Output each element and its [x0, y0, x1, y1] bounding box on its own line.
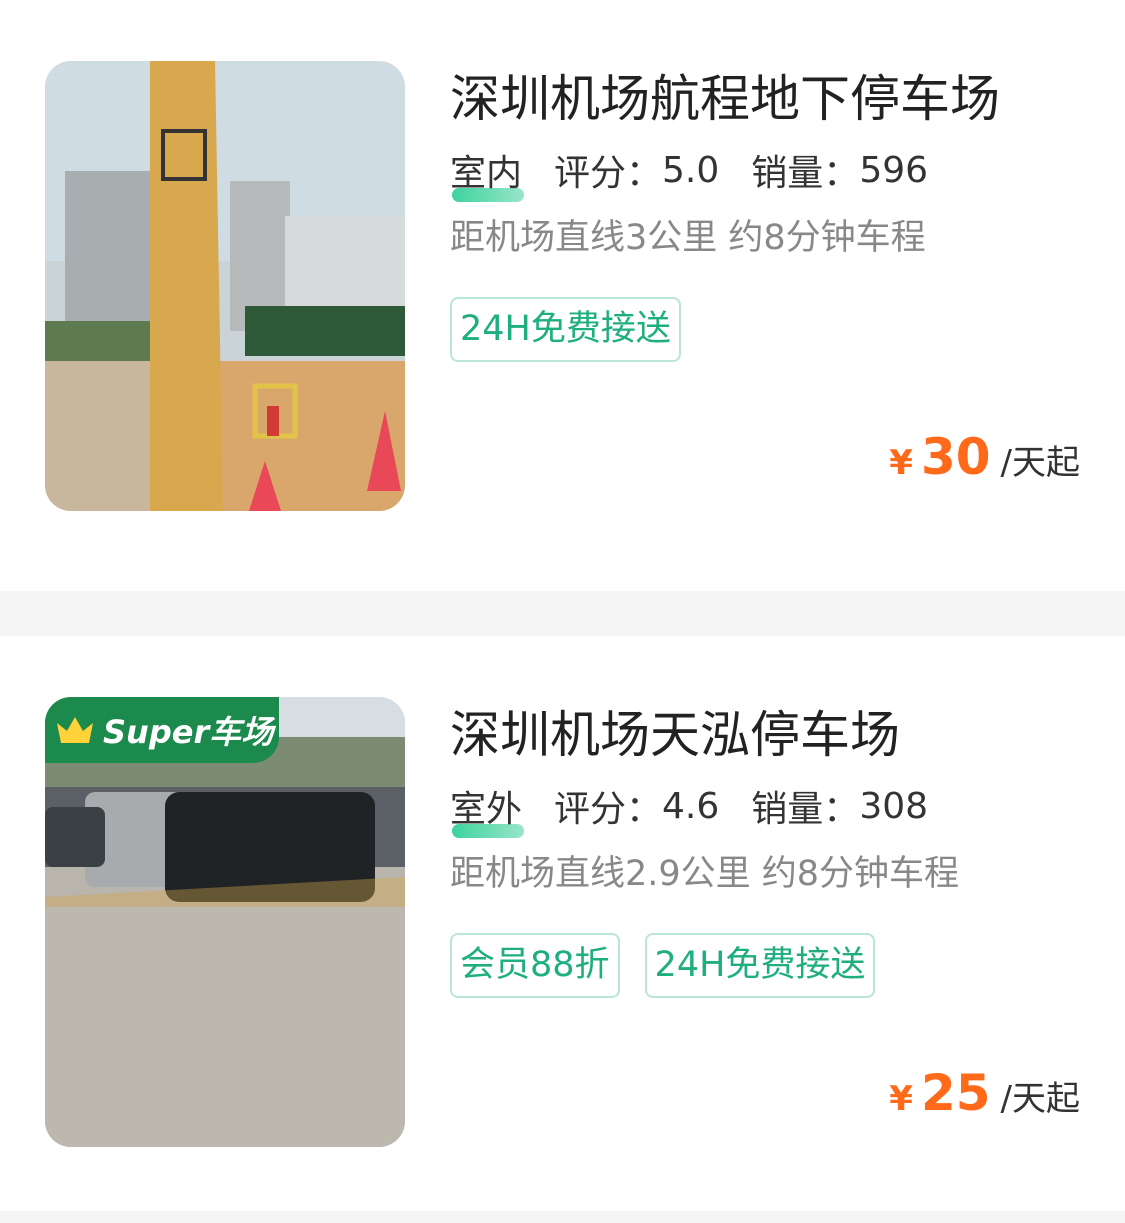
tag-member-discount: 会员88折 [450, 933, 620, 998]
distance-text: 距机场直线2.9公里 约8分钟车程 [450, 854, 960, 894]
rating-label: 评分： [554, 789, 663, 830]
environment-label: 室外 [450, 780, 525, 838]
price: ¥ 30 /天起 [889, 428, 1080, 486]
parking-title[interactable]: 深圳机场天泓停车场 [450, 695, 1080, 775]
parking-photo [45, 61, 405, 511]
sales-value: 596 [859, 149, 929, 191]
super-badge-text: Super车场 [103, 713, 274, 751]
currency-symbol: ¥ [889, 443, 913, 483]
sales-label: 销量： [751, 789, 860, 830]
parking-meta: 室内 评分： 5.0 销量： 596 [450, 144, 1080, 202]
price-amount: 25 [920, 1064, 991, 1122]
price-unit: /天起 [1000, 1079, 1080, 1119]
parking-card[interactable]: Super车场 深圳机场天泓停车场 室外 评分： 4.6 销量： 308 距机场… [0, 636, 1125, 1211]
price-amount: 30 [920, 428, 991, 486]
parking-photo: Super车场 [45, 697, 405, 1147]
distance-text: 距机场直线3公里 约8分钟车程 [450, 218, 926, 258]
rating-value: 4.6 [662, 785, 720, 827]
tag-list: 会员88折 24H免费接送 [450, 933, 1080, 998]
price-unit: /天起 [1000, 443, 1080, 483]
currency-symbol: ¥ [889, 1079, 913, 1119]
parking-meta: 室外 评分： 4.6 销量： 308 [450, 780, 1080, 838]
tag-free-shuttle: 24H免费接送 [644, 933, 876, 998]
parking-list: 深圳机场航程地下停车场 室内 评分： 5.0 销量： 596 距机场直线3公里 … [0, 0, 1125, 1211]
super-badge: Super车场 [45, 697, 279, 763]
rating-value: 5.0 [662, 149, 720, 191]
rating-label: 评分： [554, 153, 663, 194]
parking-card[interactable]: 深圳机场航程地下停车场 室内 评分： 5.0 销量： 596 距机场直线3公里 … [0, 0, 1125, 591]
tag-list: 24H免费接送 [450, 297, 1080, 362]
sales-label: 销量： [751, 153, 860, 194]
sales-value: 308 [859, 785, 929, 827]
price: ¥ 25 /天起 [889, 1064, 1080, 1122]
environment-label: 室内 [450, 144, 525, 202]
parking-title[interactable]: 深圳机场航程地下停车场 [450, 59, 1080, 139]
tag-free-shuttle: 24H免费接送 [450, 297, 681, 362]
crown-icon [57, 717, 93, 743]
